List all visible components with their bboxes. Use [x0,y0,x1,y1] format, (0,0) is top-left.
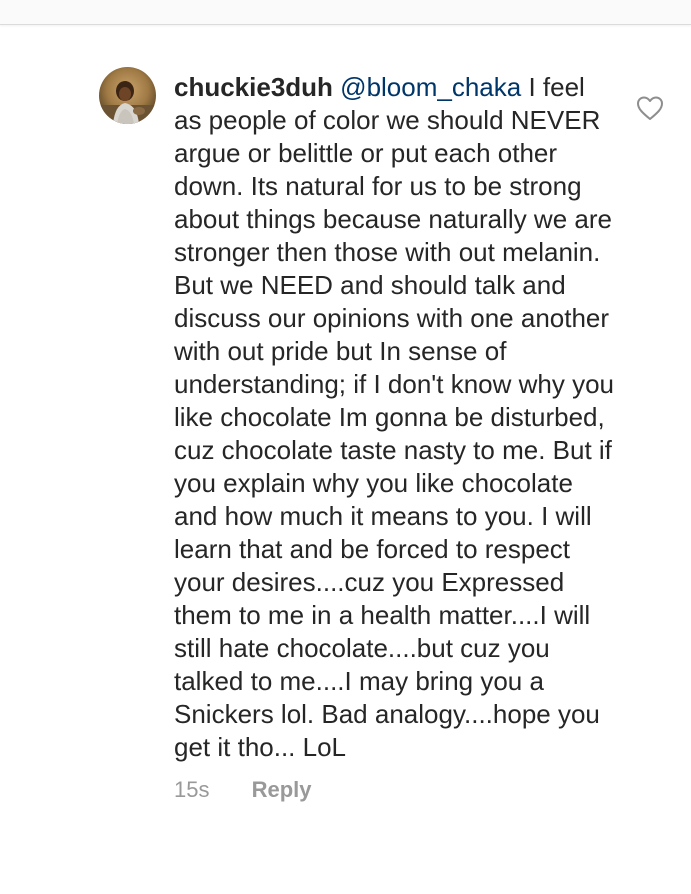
comment-message: I feel as people of color we should NEVE… [174,72,615,762]
heart-icon[interactable] [636,95,664,121]
comment-meta: 15s Reply [174,776,312,804]
top-bar [0,0,691,25]
comment-mention[interactable]: @bloom_chaka [340,72,521,102]
comment-text: chuckie3duh @bloom_chaka I feel as peopl… [174,71,614,764]
reply-button[interactable]: Reply [252,776,312,804]
avatar-image [99,67,156,124]
comment-username[interactable]: chuckie3duh [174,72,333,102]
comment-page: chuckie3duh @bloom_chaka I feel as peopl… [0,0,691,894]
avatar[interactable] [99,67,156,124]
comment-timestamp: 15s [174,777,210,802]
